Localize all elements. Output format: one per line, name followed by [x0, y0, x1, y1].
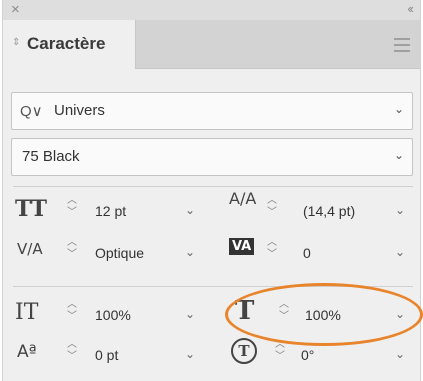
tab-toggle-icon[interactable]: ⇕ — [12, 37, 20, 48]
chevron-down-icon[interactable]: ⌄ — [395, 245, 405, 259]
vertical-scale-icon: IT — [15, 300, 39, 325]
close-icon[interactable]: × — [11, 1, 20, 18]
font-family-field[interactable]: Q∨ Univers ⌄ — [11, 92, 413, 130]
chevron-down-icon[interactable]: ⌄ — [394, 148, 404, 162]
chevron-down-icon[interactable]: ⌄ — [185, 347, 195, 361]
leading-icon: A/A — [229, 189, 257, 208]
rotation-icon: T — [231, 338, 257, 364]
highlight-ring — [225, 283, 423, 346]
font-style-field[interactable]: 75 Black ⌄ — [11, 138, 413, 176]
chevron-down-icon[interactable]: ⌄ — [395, 347, 405, 361]
font-size-stepper[interactable]: ︿ ﹀ — [65, 196, 83, 222]
hamburger-icon[interactable] — [394, 38, 410, 56]
vertical-scale-value[interactable]: 100% — [95, 307, 131, 323]
chevron-down-icon[interactable]: ⌄ — [185, 203, 195, 217]
kerning-stepper[interactable]: ︿ ﹀ — [65, 238, 83, 264]
panel-title-bar: × ‹‹ — [3, 0, 420, 20]
kerning-icon: V/A — [17, 240, 43, 258]
rotation-value[interactable]: 0° — [301, 347, 314, 363]
font-family-value[interactable]: Univers — [54, 102, 105, 119]
divider — [13, 186, 413, 187]
collapse-icon[interactable]: ‹‹ — [407, 1, 414, 16]
chevron-down-icon[interactable]: ⌄ — [395, 203, 405, 217]
font-style-value[interactable]: 75 Black — [22, 148, 80, 165]
tab-caractere[interactable]: ⇕ Caractère — [3, 20, 136, 69]
chevron-down-icon[interactable]: ⌄ — [394, 102, 404, 116]
tab-label: Caractère — [27, 34, 106, 53]
tracking-stepper[interactable]: ︿ ﹀ — [265, 238, 283, 264]
character-panel: × ‹‹ ⇕ Caractère Q∨ Univers ⌄ 75 Black ⌄… — [2, 0, 423, 381]
leading-stepper[interactable]: ︿ ﹀ — [265, 196, 283, 222]
tracking-icon: VA — [229, 238, 255, 255]
tab-strip: ⇕ Caractère — [3, 20, 420, 69]
tracking-value[interactable]: 0 — [303, 245, 311, 261]
baseline-shift-icon: Aª — [17, 342, 37, 362]
chevron-down-icon[interactable]: ⌄ — [185, 245, 195, 259]
chevron-down-icon[interactable]: ⌄ — [185, 307, 195, 321]
leading-value[interactable]: (14,4 pt) — [303, 203, 355, 219]
vertical-scale-stepper[interactable]: ︿ ﹀ — [65, 300, 83, 326]
baseline-shift-stepper[interactable]: ︿ ﹀ — [65, 340, 83, 366]
rotation-stepper[interactable]: ︿ ﹀ — [273, 340, 291, 366]
font-size-icon: TT — [15, 196, 47, 222]
baseline-shift-value[interactable]: 0 pt — [95, 347, 118, 363]
search-icon[interactable]: Q∨ — [20, 102, 43, 120]
kerning-value[interactable]: Optique — [95, 245, 144, 261]
font-size-value[interactable]: 12 pt — [95, 203, 126, 219]
